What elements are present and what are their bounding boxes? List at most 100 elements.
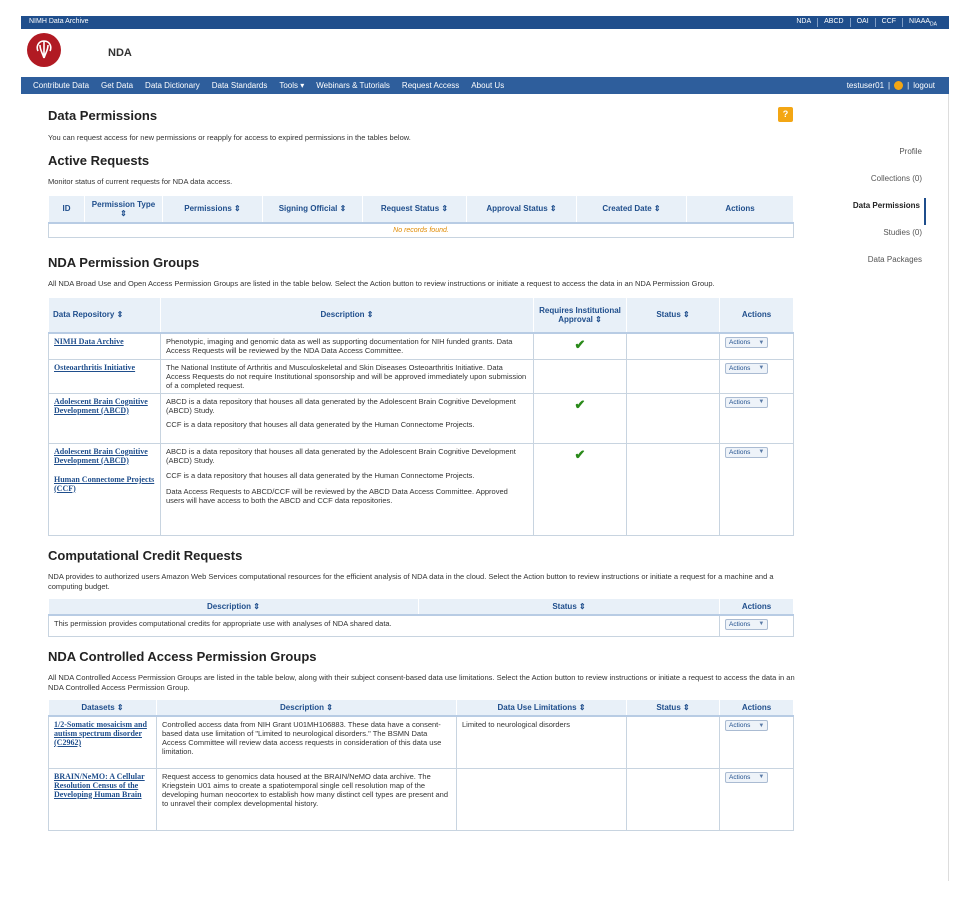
table-row: Adolescent Brain Cognitive Development (… bbox=[48, 393, 794, 444]
sidenav-data-packages[interactable]: Data Packages bbox=[811, 252, 926, 279]
no-records-message: No records found. bbox=[48, 222, 794, 238]
gear-icon[interactable] bbox=[894, 81, 904, 90]
row-description: ABCD is a data repository that houses al… bbox=[166, 396, 516, 415]
top-link-ccf[interactable]: CCF bbox=[874, 18, 902, 28]
controlled-table: Datasets ⇕ Description ⇕ Data Use Limita… bbox=[48, 699, 794, 831]
nav-contribute-data[interactable]: Contribute Data bbox=[21, 81, 95, 90]
repo-link-abcd-ccf[interactable]: Adolescent Brain Cognitive Development (… bbox=[54, 447, 155, 465]
actions-button[interactable]: Actions ▼ bbox=[725, 618, 769, 630]
table-row: This permission provides computational c… bbox=[48, 614, 794, 637]
col-created-date[interactable]: Created Date ⇕ bbox=[576, 195, 687, 224]
row-description-2: CCF is a data repository that houses all… bbox=[166, 470, 475, 480]
nav-request-access[interactable]: Request Access bbox=[396, 81, 465, 90]
username-link[interactable]: testuser01 bbox=[847, 81, 884, 90]
col-description[interactable]: Description ⇕ bbox=[156, 699, 457, 717]
site-name: NDA bbox=[108, 47, 132, 59]
row-description: Phenotypic, imaging and genomic data as … bbox=[160, 333, 534, 360]
chevron-down-icon: ▼ bbox=[758, 449, 765, 455]
actions-button[interactable]: Actions ▼ bbox=[725, 720, 769, 731]
table-row: BRAIN/NeMO: A Cellular Resolution Census… bbox=[48, 768, 794, 831]
check-icon: ✔ bbox=[533, 393, 627, 444]
col-datasets[interactable]: Datasets ⇕ bbox=[48, 699, 157, 717]
nav-data-standards[interactable]: Data Standards bbox=[206, 81, 274, 90]
top-link-oai[interactable]: OAI bbox=[849, 18, 875, 28]
repo-link-oai[interactable]: Osteoarthritis Initiative bbox=[54, 363, 135, 372]
top-link-nda[interactable]: NDA bbox=[790, 18, 817, 27]
nav-webinars[interactable]: Webinars & Tutorials bbox=[310, 81, 396, 90]
col-actions: Actions bbox=[719, 597, 794, 616]
nav-get-data[interactable]: Get Data bbox=[95, 81, 139, 90]
col-signing-official[interactable]: Signing Official ⇕ bbox=[262, 195, 363, 224]
page-title: Data Permissions bbox=[48, 108, 158, 123]
top-link-abcd[interactable]: ABCD bbox=[817, 18, 849, 28]
check-icon: ✔ bbox=[533, 333, 627, 360]
nda-logo-icon[interactable] bbox=[27, 33, 61, 67]
col-requires-approval[interactable]: Requires Institutional Approval ⇕ bbox=[533, 296, 627, 334]
repo-link-abcd[interactable]: Adolescent Brain Cognitive Development (… bbox=[54, 397, 148, 415]
controlled-title: NDA Controlled Access Permission Groups bbox=[48, 649, 317, 664]
main-nav: Contribute Data Get Data Data Dictionary… bbox=[21, 77, 949, 94]
side-nav: Profile Collections (0) Data Permissions… bbox=[811, 144, 926, 279]
row-description: Request access to genomics data housed a… bbox=[156, 768, 457, 831]
brand-label: NIMH Data Archive bbox=[29, 18, 89, 25]
actions-button[interactable]: Actions ▼ bbox=[725, 396, 769, 408]
row-description: ABCD is a data repository that houses al… bbox=[166, 446, 516, 465]
sidenav-data-permissions[interactable]: Data Permissions bbox=[811, 198, 926, 225]
page-frame: NIMH Data Archive NDA ABCD OAI CCF NIAAA… bbox=[21, 16, 949, 881]
nav-data-dictionary[interactable]: Data Dictionary bbox=[139, 81, 206, 90]
permission-groups-title: NDA Permission Groups bbox=[48, 254, 200, 270]
main-content: Data Permissions You can request access … bbox=[48, 108, 796, 831]
chevron-down-icon: ▼ bbox=[758, 621, 765, 627]
actions-button[interactable]: Actions ▼ bbox=[725, 446, 769, 458]
permission-groups-note: All NDA Broad Use and Open Access Permis… bbox=[48, 278, 715, 288]
actions-button[interactable]: Actions ▼ bbox=[725, 362, 769, 374]
computational-title: Computational Credit Requests bbox=[48, 547, 243, 563]
repo-link-ccf[interactable]: Human Connectome Projects (CCF) bbox=[54, 475, 155, 493]
row-data-use-limitation: Limited to neurological disorders bbox=[456, 716, 627, 769]
col-approval-status[interactable]: Approval Status ⇕ bbox=[466, 195, 577, 224]
computational-table: Description ⇕ Status ⇕ Actions This perm… bbox=[48, 597, 794, 637]
col-permission-type[interactable]: Permission Type ⇕ bbox=[84, 195, 163, 224]
row-description: Controlled access data from NIH Grant U0… bbox=[156, 716, 457, 769]
row-data-use-limitation bbox=[456, 768, 627, 831]
table-row: Osteoarthritis Initiative The National I… bbox=[48, 359, 794, 394]
row-description-3: Data Access Requests to ABCD/CCF will be… bbox=[166, 486, 508, 505]
col-status[interactable]: Status ⇕ bbox=[418, 597, 720, 616]
actions-button[interactable]: Actions ▼ bbox=[725, 771, 769, 783]
sidenav-collections[interactable]: Collections (0) bbox=[811, 171, 926, 198]
actions-button[interactable]: Actions ▼ bbox=[725, 337, 769, 348]
permission-groups-table: Data Repository ⇕ Description ⇕ Requires… bbox=[48, 296, 794, 536]
chevron-down-icon: ▼ bbox=[758, 365, 765, 371]
active-requests-note: Monitor status of current requests for N… bbox=[48, 177, 233, 186]
check-icon: ✔ bbox=[533, 443, 627, 536]
col-description[interactable]: Description ⇕ bbox=[48, 597, 419, 616]
col-request-status[interactable]: Request Status ⇕ bbox=[362, 195, 467, 224]
repo-link-nimh[interactable]: NIMH Data Archive bbox=[54, 337, 124, 346]
active-requests-title: Active Requests bbox=[48, 153, 150, 168]
row-description: The National Institute of Arthritis and … bbox=[160, 359, 534, 394]
col-status[interactable]: Status ⇕ bbox=[626, 296, 720, 334]
row-description-2: CCF is a data repository that houses all… bbox=[166, 419, 475, 429]
nav-about-us[interactable]: About Us bbox=[465, 81, 510, 90]
col-status[interactable]: Status ⇕ bbox=[626, 699, 720, 717]
controlled-note: All NDA Controlled Access Permission Gro… bbox=[48, 673, 795, 692]
col-description[interactable]: Description ⇕ bbox=[160, 296, 534, 334]
sidenav-studies[interactable]: Studies (0) bbox=[811, 225, 926, 252]
nav-tools[interactable]: Tools ▾ bbox=[273, 81, 310, 90]
sidenav-profile[interactable]: Profile bbox=[811, 144, 926, 171]
active-requests-table: ID Permission Type ⇕ Permissions ⇕ Signi… bbox=[48, 195, 794, 238]
logo-bar: NDA bbox=[21, 29, 949, 77]
col-permissions[interactable]: Permissions ⇕ bbox=[162, 195, 263, 224]
table-row: Adolescent Brain Cognitive Development (… bbox=[48, 443, 794, 536]
computational-note: NDA provides to authorized users Amazon … bbox=[48, 571, 774, 591]
dataset-link-c2962[interactable]: 1/2-Somatic mosaicism and autism spectru… bbox=[54, 720, 147, 747]
col-data-repository[interactable]: Data Repository ⇕ bbox=[48, 296, 161, 334]
logout-link[interactable]: logout bbox=[913, 81, 935, 90]
col-id[interactable]: ID bbox=[48, 195, 85, 224]
col-data-use-limitations[interactable]: Data Use Limitations ⇕ bbox=[456, 699, 627, 717]
row-description: This permission provides computational c… bbox=[48, 614, 419, 637]
table-row: NIMH Data Archive Phenotypic, imaging an… bbox=[48, 333, 794, 360]
chevron-down-icon: ▼ bbox=[758, 399, 765, 405]
top-link-niaaa[interactable]: NIAAADA bbox=[902, 18, 943, 28]
dataset-link-brain-nemo[interactable]: BRAIN/NeMO: A Cellular Resolution Census… bbox=[54, 772, 145, 799]
